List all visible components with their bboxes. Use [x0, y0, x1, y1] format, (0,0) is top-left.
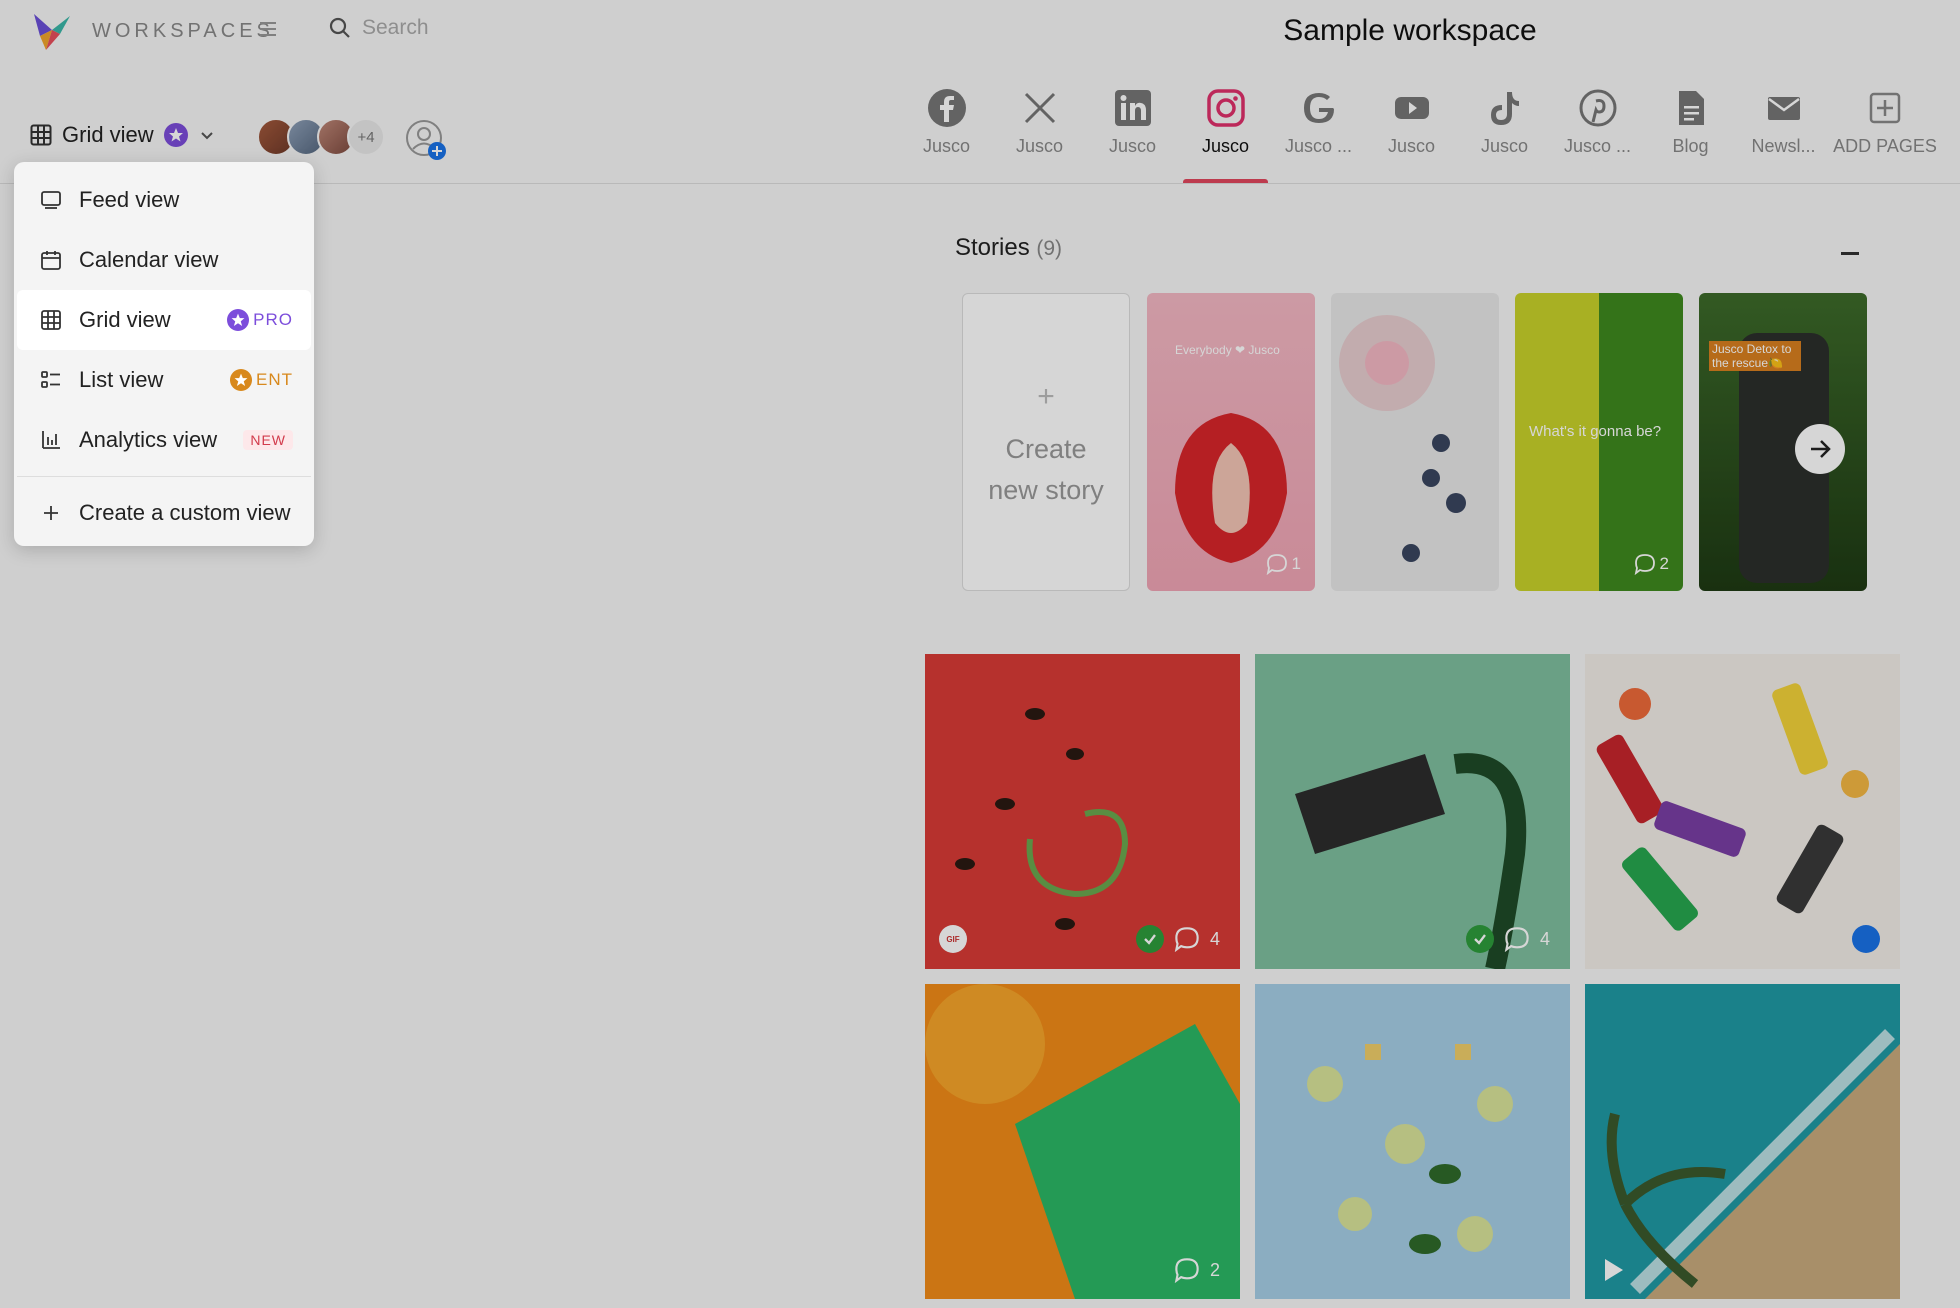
- star-icon: [227, 309, 250, 331]
- pro-badge: PRO: [227, 309, 293, 331]
- menu-item-list-view[interactable]: List view ENT: [17, 350, 311, 410]
- menu-item-label: Grid view: [79, 307, 171, 332]
- menu-divider: [17, 476, 311, 477]
- menu-item-analytics-view[interactable]: Analytics view NEW: [17, 410, 311, 470]
- menu-item-feed-view[interactable]: Feed view: [17, 170, 311, 230]
- menu-item-grid-view[interactable]: Grid view PRO: [17, 290, 311, 350]
- menu-item-calendar-view[interactable]: Calendar view: [17, 230, 311, 290]
- menu-item-label: Analytics view: [79, 427, 218, 452]
- grid-view-icon: [41, 310, 61, 330]
- plus-icon: [44, 506, 58, 520]
- menu-item-label: Create a custom view: [79, 500, 291, 525]
- view-dropdown-menu: Feed view Calendar view Grid view PRO Li…: [14, 162, 314, 546]
- feed-view-icon: [41, 191, 61, 209]
- menu-item-create-custom-view[interactable]: Create a custom view: [17, 483, 311, 543]
- ent-badge: ENT: [230, 369, 293, 391]
- analytics-view-icon: [42, 431, 60, 449]
- menu-item-label: List view: [79, 367, 164, 392]
- list-view-icon: [41, 371, 60, 388]
- menu-item-label: Calendar view: [79, 247, 219, 272]
- menu-item-label: Feed view: [79, 187, 180, 212]
- star-icon: [230, 369, 252, 391]
- calendar-view-icon: [41, 251, 61, 270]
- new-badge: NEW: [243, 430, 293, 450]
